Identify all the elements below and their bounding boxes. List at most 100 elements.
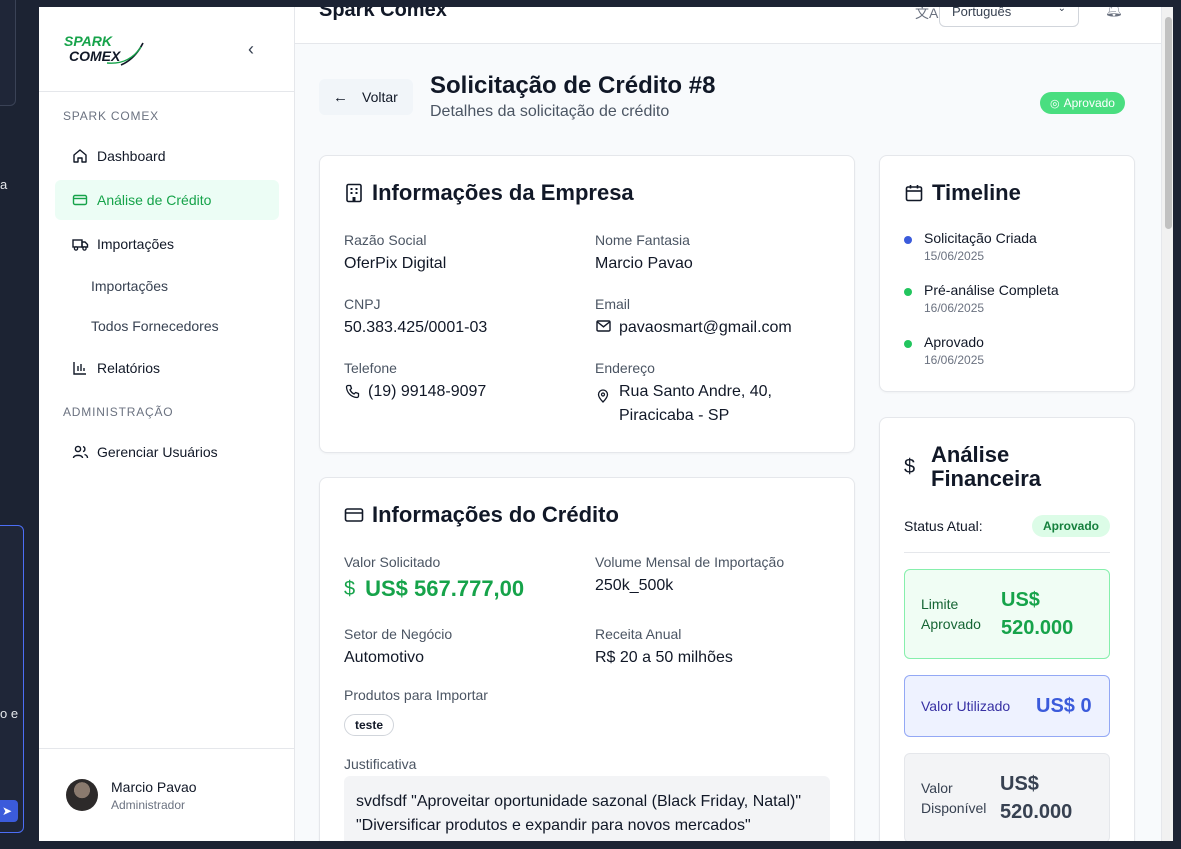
card-title-text: Análise Financeira [931,442,1042,491]
brand-header: SPARK COMEX ‹ [39,7,294,92]
divider [904,552,1110,553]
sidebar-item-reports[interactable]: Relatórios [55,348,279,388]
financial-analysis-card: $ Análise Financeira Status Atual: Aprova… [879,417,1135,841]
sidebar-item-manage-users[interactable]: Gerenciar Usuários [55,432,279,472]
background-text: a [0,177,8,192]
top-bar: Spark Comex 文A Português ⌄ 🔔︎ [295,7,1173,44]
user-profile[interactable]: Marcio Pavao Administrador [39,748,295,841]
mail-icon [595,320,611,332]
background-chat-panel [0,525,24,833]
field-label: Valor Solicitado [344,554,441,570]
card-title-text: Informações da Empresa [372,180,634,205]
field-label: Telefone [344,360,397,376]
sidebar-item-dashboard[interactable]: Dashboard [55,136,279,176]
background-text: o e [0,706,19,721]
vertical-scrollbar[interactable] [1161,7,1173,841]
email-value: pavaosmart@gmail.com [595,319,792,337]
phone-value: (19) 99148-9097 [344,383,486,401]
monthly-volume-value: 250k_500k [595,577,674,594]
main-content: ← Voltar Solicitação de Crédito #8 Detal… [295,44,1173,841]
sidebar-item-label: Dashboard [97,148,166,164]
nome-fantasia-value: Marcio Pavao [595,255,693,272]
svg-text:COMEX: COMEX [69,48,122,64]
user-role: Administrador [111,798,186,812]
collapse-sidebar-icon[interactable]: ‹ [243,37,259,61]
dollar-icon: $ [344,577,356,600]
background-send-button[interactable]: ➤ [0,800,18,822]
address-line-2: Piracicaba - SP [619,407,730,424]
sidebar-subitem-all-suppliers[interactable]: Todos Fornecedores [91,318,219,334]
map-pin-icon [595,389,611,403]
sidebar-subitem-imports[interactable]: Importações [91,278,168,294]
building-icon [344,183,364,203]
scrollbar-thumb[interactable] [1165,17,1172,229]
address-value: Rua Santo Andre, 40, Piracicaba - SP [595,383,772,428]
page-subtitle: Detalhes da solicitação de crédito [430,103,670,120]
phone-icon [344,384,360,399]
annual-revenue-value: R$ 20 a 50 milhões [595,649,733,666]
timeline-event-date: 16/06/2025 [924,353,985,367]
bell-icon[interactable]: 🔔︎ [1105,7,1123,18]
card-title-text: Timeline [932,180,1021,205]
field-label: Setor de Negócio [344,626,453,642]
sidebar: SPARK COMEX ‹ SPARK COMEX Dashboard Anál… [39,7,295,841]
avatar [66,779,98,811]
bar-chart-icon [71,359,89,377]
back-button-label: Voltar [362,89,398,105]
field-label: Produtos para Importar [344,687,488,703]
sidebar-item-credit-analysis[interactable]: Análise de Crédito [55,180,279,220]
timeline-event-title: Pré-análise Completa [924,282,1059,298]
address-line-1: Rua Santo Andre, 40, [619,383,772,400]
timeline-dot [904,236,912,244]
back-button[interactable]: ← Voltar [319,79,413,115]
sector-value: Automotivo [344,649,425,666]
translate-icon: 文A [915,7,939,21]
arrow-left-icon: ← [333,88,348,106]
approved-limit-value: US$ 520.000 [1001,589,1074,639]
timeline-dot [904,340,912,348]
timeline-event-date: 15/06/2025 [924,249,985,263]
field-label: CNPJ [344,296,381,312]
status-badge: ◎ Aprovado [1040,92,1125,114]
status-label: Status Atual: [904,518,983,534]
credit-card-icon [71,191,89,209]
truck-icon [71,235,89,253]
status-badge: Aprovado [1032,515,1111,537]
timeline-event-title: Solicitação Criada [924,230,1037,246]
field-label: Receita Anual [595,626,682,642]
app-title: Spark Comex [319,7,447,21]
chevron-down-icon: ⌄ [1057,7,1066,14]
justification-text: svdfsdf "Aproveitar oportunidade sazonal… [344,776,830,841]
sidebar-item-label: Importações [97,236,175,252]
card-title-text: Informações do Crédito [372,502,619,527]
field-label: Volume Mensal de Importação [595,554,785,570]
user-name: Marcio Pavao [111,779,197,795]
credit-info-card: Informações do Crédito Valor Solicitado … [319,477,855,841]
calendar-icon [904,183,924,203]
field-label: Razão Social [344,232,427,248]
used-value-label: Valor Utilizado [921,698,1011,714]
sidebar-item-imports[interactable]: Importações [55,224,279,264]
background-window-fragment [0,0,16,106]
field-label: Email [595,296,631,312]
card-title: Informações do Crédito [344,502,619,528]
sidebar-item-label: Análise de Crédito [97,192,212,208]
language-value: Português [952,7,1012,19]
sidebar-item-label: Gerenciar Usuários [97,444,218,460]
available-value-label: Valor Disponível [921,780,987,816]
sidebar-item-label: Relatórios [97,360,161,376]
dollar-icon: $ [904,456,916,478]
language-select[interactable]: Português ⌄ [939,7,1079,27]
requested-amount-value: $ US$ 567.777,00 [344,576,525,601]
available-value-amount: US$ 520.000 [1000,773,1073,823]
page-title: Solicitação de Crédito #8 [430,72,716,99]
home-icon [71,147,89,165]
timeline-dot [904,288,912,296]
status-badge-label: Aprovado [1063,96,1115,110]
product-tag: teste [344,714,395,736]
field-label: Justificativa [344,756,417,772]
card-title: Informações da Empresa [344,180,634,206]
spark-comex-logo[interactable]: SPARK COMEX [63,31,145,67]
razao-social-value: OferPix Digital [344,255,447,272]
users-icon [71,443,89,461]
